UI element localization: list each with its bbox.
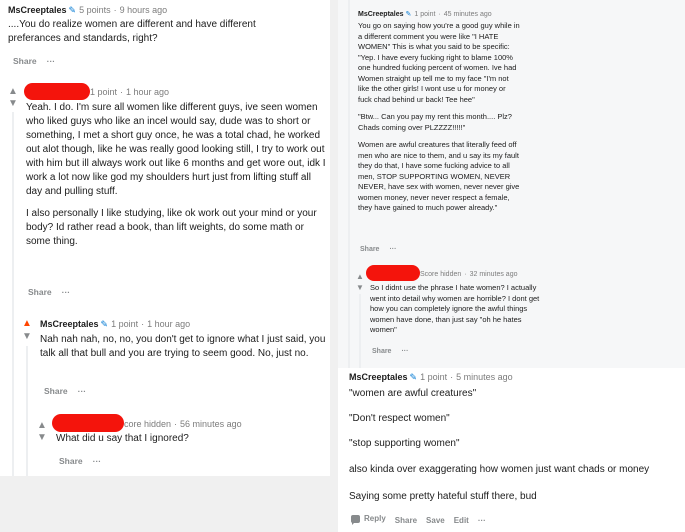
score: 5 points [79,5,111,15]
comment-meta: core hidden · 56 minutes ago [124,419,242,429]
score: core hidden [124,419,172,429]
comment-meta: MsCreeptales ✎ 5 points · 9 hours ago [8,5,168,15]
redacted-username [52,414,124,432]
comment-body: You go on saying how you're a good guy w… [358,21,520,221]
comment-paragraph: What did u say that I ignored? [56,433,189,444]
thread-line [348,0,350,368]
comment-line: also kinda over exaggerating how women j… [349,464,650,475]
downvote-icon[interactable]: ▼ [21,332,33,342]
downvote-icon[interactable]: ▼ [7,99,19,109]
author-name[interactable]: MsCreeptales [8,5,67,15]
reply-button[interactable]: Reply [351,514,386,525]
comment-body: ....You do realize women are different a… [8,18,328,46]
score: 1 point [90,87,118,97]
upvote-icon[interactable]: ▲ [7,87,19,97]
comment-actions: Share ··· [372,348,418,355]
timestamp: 32 minutes ago [469,271,518,278]
thread-line [359,294,361,368]
author-name[interactable]: MsCreeptales [40,319,99,329]
redacted-username [24,83,90,100]
timestamp: 45 minutes ago [443,11,492,18]
score: 1 point [111,319,139,329]
share-button[interactable]: Share [13,56,37,66]
comment-paragraph: I also personally I like studying, like … [26,208,317,247]
share-button[interactable]: Share [28,287,52,297]
upvote-icon[interactable]: ▲ [354,272,366,282]
comment-line: "women are awful creatures" [349,388,477,399]
comment-line: "Don't respect women" [349,413,450,424]
comment-body: What did u say that I ignored? [56,432,316,454]
comment-paragraph: "Btw... Can you pay my rent this month..… [358,112,512,132]
comment-line: preferances and standards, right? [8,33,158,44]
comment-meta: MsCreeptales ✎ 1 point · 1 hour ago [40,319,191,329]
thread-line [26,346,28,476]
share-button[interactable]: Share [395,516,417,525]
pencil-icon: ✎ [68,5,77,15]
share-button[interactable]: Share [372,348,391,355]
author-name[interactable]: MsCreeptales [358,11,404,18]
comment-paragraph: Nah nah nah, no, no, you don't get to ig… [40,334,326,359]
edit-button[interactable]: Edit [454,516,469,525]
comment-body: Nah nah nah, no, no, you don't get to ig… [40,333,326,369]
comment-line: Saying some pretty hateful stuff there, … [349,491,537,502]
left-comment-thread: MsCreeptales ✎ 5 points · 9 hours ago ....Yo… [0,0,330,476]
comment-actions: Share ··· [44,386,96,396]
score: Score hidden [420,271,462,278]
comment-body: So I didnt use the phrase I hate women? … [370,283,542,343]
timestamp: 56 minutes ago [180,419,242,429]
timestamp: 5 minutes ago [456,372,513,382]
reply-label: Reply [364,514,386,523]
comment-actions: Share ··· [360,246,406,253]
more-options-button[interactable]: ··· [93,456,102,466]
more-options-button[interactable]: ··· [478,516,486,525]
right-top-comment-thread: MsCreeptales ✎ 1 point · 45 minutes ago You … [338,0,685,368]
timestamp: 9 hours ago [119,5,168,15]
share-button[interactable]: Share [44,386,68,396]
comment-line: "stop supporting women" [349,438,460,449]
score: 1 point [414,11,436,18]
more-options-button[interactable]: ··· [389,246,396,253]
pencil-icon: ✎ [100,319,109,329]
share-button[interactable]: Share [59,456,83,466]
more-options-button[interactable]: ··· [401,348,408,355]
author-name[interactable]: MsCreeptales [349,372,408,382]
comment-actions: Reply Share Save Edit ··· [351,514,495,525]
comment-body: Yeah. I do. I'm sure all women like diff… [26,101,326,257]
more-options-button[interactable]: ··· [47,56,56,66]
downvote-icon[interactable]: ▼ [354,283,366,293]
comment-meta: MsCreeptales ✎ 1 point · 45 minutes ago [358,11,492,18]
comment-actions: Share ··· [28,287,80,297]
panel-divider-horizontal [0,476,338,532]
comment-actions: Share ··· [59,456,111,466]
comment-meta: MsCreeptales ✎ 1 point · 5 minutes ago [349,372,513,382]
share-button[interactable]: Share [360,246,379,253]
comment-line: ....You do realize women are different a… [8,19,256,30]
upvote-icon[interactable]: ▲ [21,319,33,329]
comment-paragraph: Yeah. I do. I'm sure all women like diff… [26,102,326,197]
upvote-icon[interactable]: ▲ [36,421,48,431]
comment-actions: Share ··· [13,56,65,66]
comment-meta: Score hidden · 32 minutes ago [420,271,518,278]
right-bottom-comment: MsCreeptales ✎ 1 point · 5 minutes ago "wome… [338,368,685,532]
comment-paragraph: Women are awful creatures that literally… [358,140,520,212]
pencil-icon: ✎ [409,372,418,382]
chat-bubble-icon [351,514,360,525]
thread-line [12,112,14,476]
timestamp: 1 hour ago [126,87,170,97]
redacted-username [366,265,420,281]
comment-paragraph: You go on saying how you're a good guy w… [358,21,520,104]
pencil-icon: ✎ [405,11,412,18]
downvote-icon[interactable]: ▼ [36,433,48,443]
score: 1 point [420,372,448,382]
panel-divider-vertical [330,0,338,532]
comment-meta: 1 point · 1 hour ago [90,87,170,97]
save-button[interactable]: Save [426,516,445,525]
timestamp: 1 hour ago [147,319,191,329]
more-options-button[interactable]: ··· [78,386,87,396]
more-options-button[interactable]: ··· [62,287,71,297]
comment-paragraph: So I didnt use the phrase I hate women? … [370,283,540,334]
